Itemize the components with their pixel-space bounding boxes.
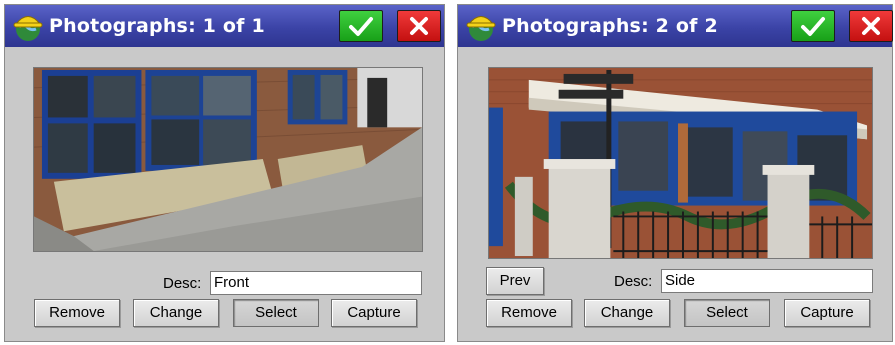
close-button[interactable]: [397, 10, 441, 42]
close-icon: [410, 17, 428, 35]
photo-preview: [33, 67, 423, 252]
close-icon: [862, 17, 880, 35]
hardhat-globe-icon: [466, 16, 496, 41]
hardhat-globe-icon: [13, 16, 43, 41]
select-button[interactable]: Select: [684, 299, 770, 327]
desc-label: Desc:: [163, 275, 202, 292]
building-side-photo: [489, 68, 872, 258]
dialog-title: Photographs: 1 of 1: [49, 15, 265, 37]
checkmark-icon: [801, 17, 825, 36]
ok-button[interactable]: [339, 10, 383, 42]
photographs-dialog-1: Photographs: 1 of 1 Desc: Front Remove C…: [4, 4, 445, 342]
change-button[interactable]: Change: [584, 299, 670, 327]
close-button[interactable]: [849, 10, 893, 42]
photo-preview: [488, 67, 873, 259]
title-bar: Photographs: 2 of 2: [458, 5, 893, 47]
remove-button[interactable]: Remove: [34, 299, 120, 327]
photographs-dialog-2: Photographs: 2 of 2 Prev Desc: Side Remo…: [457, 4, 893, 342]
desc-label: Desc:: [614, 273, 653, 290]
dialog-title: Photographs: 2 of 2: [502, 15, 718, 37]
capture-button[interactable]: Capture: [784, 299, 870, 327]
desc-input[interactable]: Front: [210, 271, 422, 295]
title-bar: Photographs: 1 of 1: [5, 5, 444, 47]
capture-button[interactable]: Capture: [331, 299, 417, 327]
ok-button[interactable]: [791, 10, 835, 42]
building-front-photo: [34, 68, 422, 251]
change-button[interactable]: Change: [133, 299, 219, 327]
prev-button[interactable]: Prev: [486, 267, 544, 295]
select-button[interactable]: Select: [233, 299, 319, 327]
remove-button[interactable]: Remove: [486, 299, 572, 327]
desc-input[interactable]: Side: [661, 269, 873, 293]
checkmark-icon: [349, 17, 373, 36]
